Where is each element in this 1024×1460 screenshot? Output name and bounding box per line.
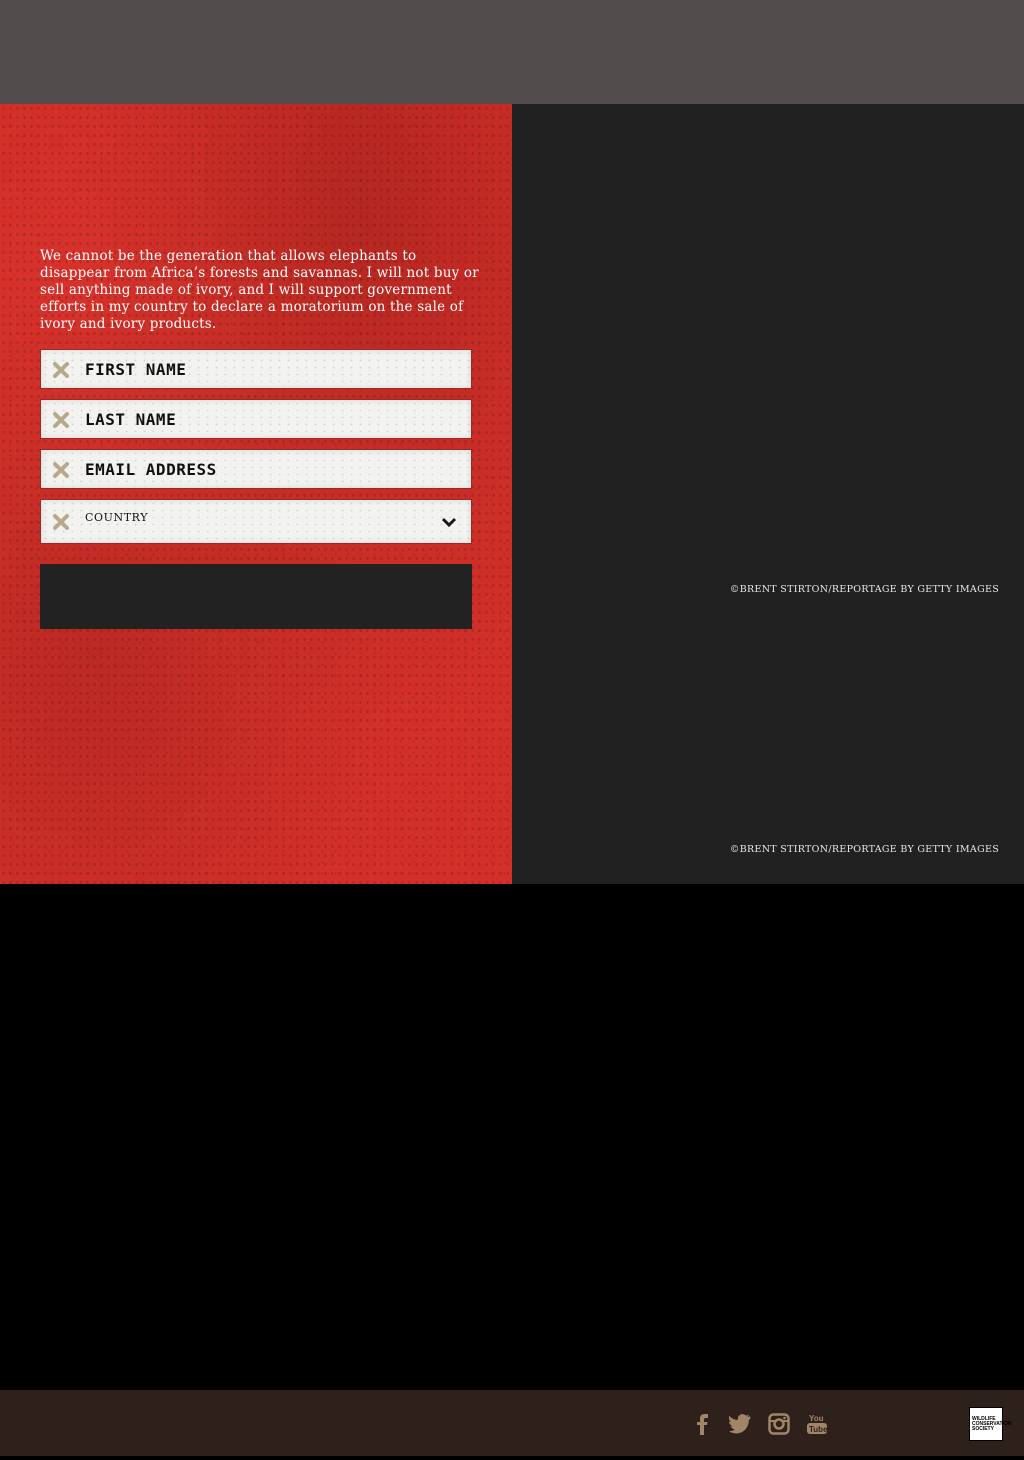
first-name-placeholder: FIRST NAME [85,360,187,379]
pledge-text: We cannot be the generation that allows … [40,248,479,332]
facebook-icon[interactable] [690,1411,716,1437]
country-placeholder: COUNTRY [85,511,149,524]
photo-panel [512,104,1024,884]
instagram-icon[interactable] [766,1411,792,1437]
close-icon [53,514,69,530]
chevron-down-icon [441,517,457,528]
pledge-panel [0,104,512,884]
submit-button[interactable] [40,564,472,629]
close-icon [53,462,69,478]
twitter-icon[interactable] [728,1411,754,1437]
logo-text: SOCIETY [972,1425,994,1432]
top-bar [0,0,1024,104]
svg-text:Tube: Tube [809,1425,828,1434]
svg-text:You: You [809,1414,824,1423]
close-icon [53,362,69,378]
youtube-icon[interactable]: You Tube [804,1411,830,1437]
country-select[interactable]: COUNTRY [40,499,472,544]
wcs-logo[interactable]: WILDLIFE CONSERVATION SOCIETY [969,1407,1011,1441]
close-icon [53,412,69,428]
photo-credit: ©BRENT STIRTON/REPORTAGE BY GETTY IMAGES [729,844,999,855]
footer [0,1390,1024,1456]
last-name-placeholder: LAST NAME [85,410,177,429]
email-field[interactable]: EMAIL ADDRESS [40,449,472,489]
first-name-field[interactable]: FIRST NAME [40,349,472,389]
photo-credit: ©BRENT STIRTON/REPORTAGE BY GETTY IMAGES [729,584,999,595]
last-name-field[interactable]: LAST NAME [40,399,472,439]
email-placeholder: EMAIL ADDRESS [85,460,217,479]
